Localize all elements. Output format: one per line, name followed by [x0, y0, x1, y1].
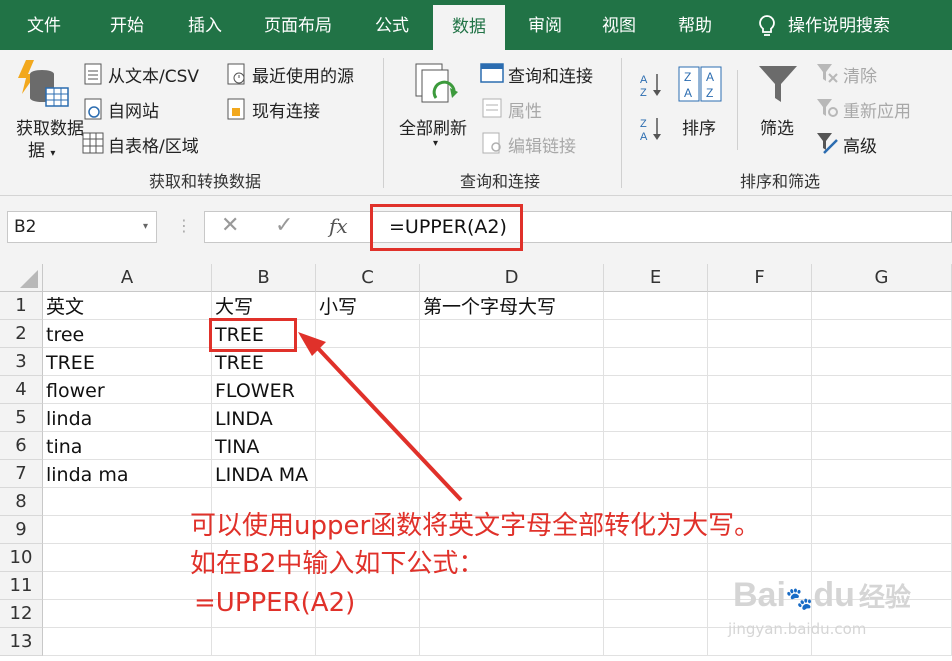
watermark-url: jingyan.baidu.com: [728, 620, 867, 638]
watermark-logo: Bai🐾du 经验: [733, 576, 911, 614]
annotation-line-2: 如在B2中输入如下公式：: [190, 549, 485, 579]
annotation-line-1: 可以使用upper函数将英文字母全部转化为大写。: [190, 511, 761, 541]
annotation-line-3: =UPPER(A2): [194, 588, 356, 618]
